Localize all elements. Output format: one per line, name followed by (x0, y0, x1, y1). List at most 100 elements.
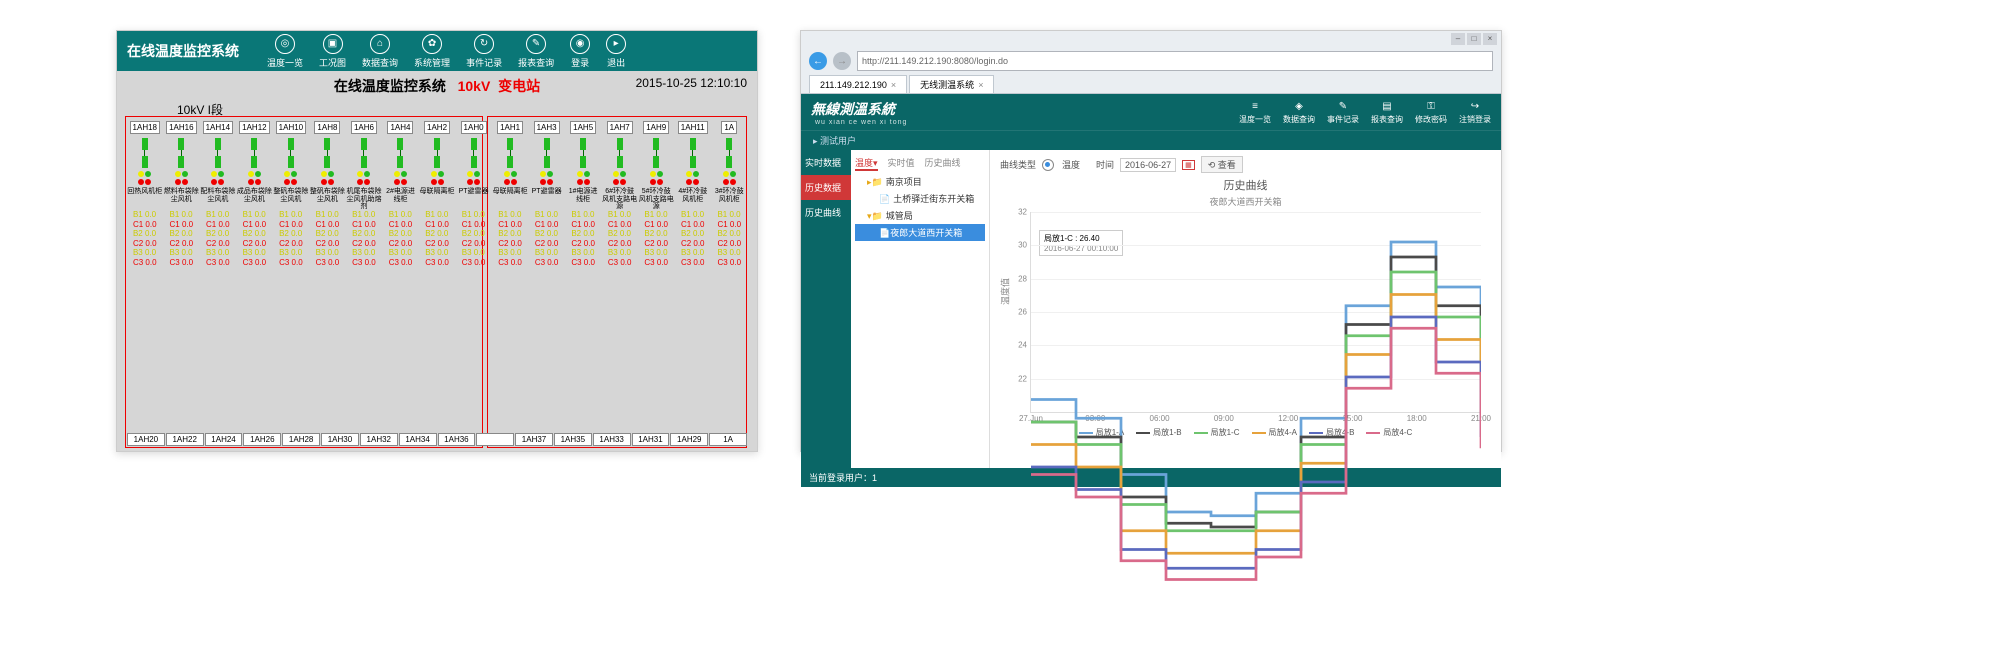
bay-1AH18[interactable]: 1AH18 回热风机柜 B1 0.0C1 0.0B2 0.0C2 0.0B3 0… (127, 121, 163, 268)
tree-node-project[interactable]: ▸📁南京项目 (855, 173, 985, 190)
disconnector-icon (653, 138, 659, 168)
bay-1A[interactable]: 1A 3#环冷鼓风机柜 B1 0.0C1 0.0B2 0.0C2 0.0B3 0… (712, 121, 748, 268)
x-tick-label: 06:00 (1150, 412, 1170, 423)
bay-1AH4[interactable]: 1AH4 2#电源进线柜 B1 0.0C1 0.0B2 0.0C2 0.0B3 … (383, 121, 419, 268)
breaker-icon (394, 179, 407, 185)
tree-node-box1[interactable]: 📄土桥驿迁街东开关箱 (855, 190, 985, 207)
toolbar-注销登录[interactable]: ↪ 注销登录 (1459, 100, 1491, 125)
bay-1AH5[interactable]: 1AH5 1#电源进线柜 B1 0.0C1 0.0B2 0.0C2 0.0B3 … (565, 121, 601, 268)
back-button[interactable]: ← (809, 52, 827, 70)
breaker-icon (248, 179, 261, 185)
bay-name-label: 5#环冷鼓风机支路电源 (638, 188, 674, 208)
bay-1AH0[interactable]: 1AH0 PT避雷器 B1 0.0C1 0.0B2 0.0C2 0.0B3 0.… (456, 121, 492, 268)
tree-node-box2[interactable]: 📄夜郎大道西开关箱 (855, 224, 985, 241)
x-tick-label: 03:00 (1085, 412, 1105, 423)
bay-name-label: 母联隔离柜 (420, 188, 455, 208)
disconnector-icon (690, 138, 696, 168)
browser-tab-1[interactable]: 211.149.212.190× (809, 75, 907, 93)
bay-1AH2[interactable]: 1AH2 母联隔离柜 B1 0.0C1 0.0B2 0.0C2 0.0B3 0.… (419, 121, 455, 268)
bay-name-label: 燃料布袋除尘风机 (164, 188, 200, 208)
disconnector-icon (434, 138, 440, 168)
disconnector-icon (361, 138, 367, 168)
disconnector-icon (142, 138, 148, 168)
toolbar-事件记录[interactable]: ✎ 事件记录 (1327, 100, 1359, 125)
bay-readings: B1 0.0C1 0.0B2 0.0C2 0.0B3 0.0C3 0.0 (608, 210, 632, 268)
calendar-icon[interactable]: ▦ (1182, 160, 1195, 170)
sidebar-item-实时数据[interactable]: 实时数据 (801, 150, 851, 175)
bay-1AH7[interactable]: 1AH7 6#环冷鼓风机支路电源 B1 0.0C1 0.0B2 0.0C2 0.… (602, 121, 638, 268)
bay-1AH9[interactable]: 1AH9 5#环冷鼓风机支路电源 B1 0.0C1 0.0B2 0.0C2 0.… (638, 121, 674, 268)
bay-1AH1[interactable]: 1AH1 母联隔离柜 B1 0.0C1 0.0B2 0.0C2 0.0B3 0.… (492, 121, 528, 268)
tree-node-bureau[interactable]: ▾📁城管局 (855, 207, 985, 224)
toolbar-报表查询[interactable]: ✎ 报表查询 (518, 34, 554, 69)
toolbar-温度一览[interactable]: ≡ 温度一览 (1239, 100, 1271, 125)
tree-panel: 温度▾ 实时值 历史曲线 ▸📁南京项目 📄土桥驿迁街东开关箱 ▾📁城管局 📄夜郎… (851, 150, 990, 468)
tree-tab-realtime[interactable]: 实时值 (888, 156, 915, 171)
bay-name-label: 机尾布袋除尘风机助熔剂 (346, 188, 382, 208)
legend-item-局放4-A[interactable]: 局放4-A (1252, 427, 1297, 438)
bay-readings: B1 0.0C1 0.0B2 0.0C2 0.0B3 0.0C3 0.0 (717, 210, 741, 268)
bay-id-label: 1AH33 (593, 433, 631, 446)
tool-icon: ▣ (323, 34, 343, 54)
bay-readings: B1 0.0C1 0.0B2 0.0C2 0.0B3 0.0C3 0.0 (243, 210, 267, 268)
legend-item-局放4-B[interactable]: 局放4-B (1309, 427, 1354, 438)
tree-tab-temp[interactable]: 温度▾ (855, 156, 878, 171)
scada-diagram-canvas: 在线温度监控系统 10kV 变电站 2015-10-25 12:10:10 10… (117, 71, 757, 451)
file-icon: 📄 (879, 194, 890, 204)
bay-1AH12[interactable]: 1AH12 成品布袋除尘风机 B1 0.0C1 0.0B2 0.0C2 0.0B… (237, 121, 273, 268)
chart-filter-bar: 曲线类型 温度 时间 2016-06-27 ▦ ⟲ 查看 (1000, 156, 1491, 173)
toolbar-工况图[interactable]: ▣ 工况图 (319, 34, 346, 69)
toolbar-数据查询[interactable]: ◈ 数据查询 (1283, 100, 1315, 125)
bay-1AH16[interactable]: 1AH16 燃料布袋除尘风机 B1 0.0C1 0.0B2 0.0C2 0.0B… (164, 121, 200, 268)
breaker-icon (431, 179, 444, 185)
y-axis-title: 温度值 (999, 278, 1012, 305)
view-button[interactable]: ⟲ 查看 (1201, 156, 1243, 173)
forward-button[interactable]: → (833, 52, 851, 70)
toolbar-退出[interactable]: ▸ 退出 (606, 34, 626, 69)
bay-1AH10[interactable]: 1AH10 整矾布袋除尘风机 B1 0.0C1 0.0B2 0.0C2 0.0B… (273, 121, 309, 268)
toolbar-修改密码[interactable]: ⚿ 修改密码 (1415, 100, 1447, 125)
maximize-button[interactable]: □ (1467, 33, 1481, 45)
bay-1AH6[interactable]: 1AH6 机尾布袋除尘风机助熔剂 B1 0.0C1 0.0B2 0.0C2 0.… (346, 121, 382, 268)
radio-temperature[interactable] (1042, 159, 1054, 171)
toolbar-报表查询[interactable]: ▤ 报表查询 (1371, 100, 1403, 125)
toolbar-系统管理[interactable]: ✿ 系统管理 (414, 34, 450, 69)
legend-item-局放4-C[interactable]: 局放4-C (1366, 427, 1412, 438)
legend-item-局放1-A[interactable]: 局放1-A (1079, 427, 1124, 438)
bay-1AH14[interactable]: 1AH14 配料布袋除尘风机 B1 0.0C1 0.0B2 0.0C2 0.0B… (200, 121, 236, 268)
y-tick-label: 24 (1018, 341, 1031, 350)
filter-type-label: 曲线类型 (1000, 158, 1036, 171)
indicator-lights (686, 171, 699, 177)
toolbar-事件记录[interactable]: ↻ 事件记录 (466, 34, 502, 69)
bay-1AH11[interactable]: 1AH11 4#环冷鼓风机柜 B1 0.0C1 0.0B2 0.0C2 0.0B… (675, 121, 711, 268)
legend-item-局放1-C[interactable]: 局放1-C (1194, 427, 1240, 438)
bay-id-label: 1AH34 (399, 433, 437, 446)
toolbar-温度一览[interactable]: ◎ 温度一览 (267, 34, 303, 69)
breaker-icon (284, 179, 297, 185)
sidebar-item-历史数据[interactable]: 历史数据 (801, 175, 851, 200)
sidebar-item-历史曲线[interactable]: 历史曲线 (801, 200, 851, 225)
gridline (1031, 279, 1481, 280)
close-button[interactable]: × (1483, 33, 1497, 45)
bottom-bay-ids: 1AH201AH221AH241AH261AH281AH301AH321AH34… (127, 433, 747, 448)
tree-tab-history[interactable]: 历史曲线 (925, 156, 961, 171)
bay-id-label: 1AH8 (314, 121, 340, 134)
minimize-button[interactable]: – (1451, 33, 1465, 45)
close-icon[interactable]: × (891, 80, 896, 90)
y-tick-label: 30 (1018, 241, 1031, 250)
file-icon: 📄 (879, 228, 890, 238)
bay-1AH8[interactable]: 1AH8 整矾布袋除尘风机 B1 0.0C1 0.0B2 0.0C2 0.0B3… (310, 121, 346, 268)
tool-icon: ⚿ (1423, 100, 1439, 114)
legend-item-局放1-B[interactable]: 局放1-B (1136, 427, 1181, 438)
bay-1AH3[interactable]: 1AH3 PT避雷器 B1 0.0C1 0.0B2 0.0C2 0.0B3 0.… (529, 121, 565, 268)
legend-swatch (1366, 432, 1380, 434)
date-input[interactable]: 2016-06-27 (1120, 158, 1176, 172)
browser-tab-2[interactable]: 无线测温系统× (909, 75, 994, 93)
indicator-lights (211, 171, 224, 177)
bay-readings: B1 0.0C1 0.0B2 0.0C2 0.0B3 0.0C3 0.0 (571, 210, 595, 268)
url-input[interactable]: http://211.149.212.190:8080/login.do (857, 51, 1493, 71)
close-icon[interactable]: × (978, 80, 983, 90)
toolbar-数据查询[interactable]: ⌂ 数据查询 (362, 34, 398, 69)
toolbar-登录[interactable]: ◉ 登录 (570, 34, 590, 69)
bay-id-label: 1AH18 (130, 121, 160, 134)
